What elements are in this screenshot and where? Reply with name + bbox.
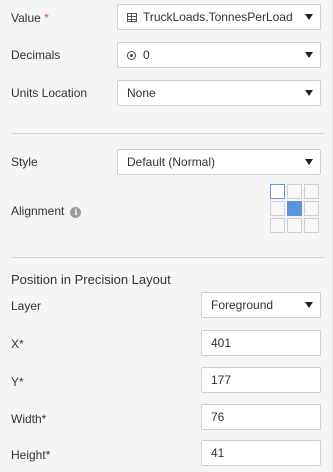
align-bottom-right[interactable] bbox=[304, 218, 319, 233]
decimals-select[interactable]: 0 bbox=[117, 42, 321, 68]
align-top-center[interactable] bbox=[287, 184, 302, 199]
section-title: Position in Precision Layout bbox=[11, 272, 171, 287]
properties-panel: Value * TruckLoads.TonnesPerLoad Decimal… bbox=[0, 0, 333, 472]
decimals-label: Decimals bbox=[11, 48, 61, 62]
align-top-right[interactable] bbox=[304, 184, 319, 199]
x-input[interactable]: 401 bbox=[201, 330, 321, 356]
section-divider bbox=[11, 257, 325, 258]
width-input[interactable]: 76 bbox=[201, 404, 321, 430]
align-top-left[interactable] bbox=[270, 184, 285, 199]
chevron-down-icon bbox=[305, 159, 313, 165]
value-select[interactable]: TruckLoads.TonnesPerLoad bbox=[117, 4, 321, 30]
style-label: Style bbox=[11, 155, 38, 169]
chevron-down-icon bbox=[305, 302, 313, 308]
y-input[interactable]: 177 bbox=[201, 367, 321, 393]
style-select[interactable]: Default (Normal) bbox=[117, 149, 321, 175]
y-label: Y* bbox=[11, 375, 24, 389]
info-icon[interactable]: i bbox=[70, 207, 82, 218]
decimals-selected-text: 0 bbox=[143, 48, 150, 62]
width-label: Width* bbox=[11, 412, 47, 426]
style-selected-text: Default (Normal) bbox=[127, 155, 216, 169]
align-bottom-left[interactable] bbox=[270, 218, 285, 233]
chevron-down-icon bbox=[305, 14, 313, 20]
value-label: Value * bbox=[11, 11, 49, 25]
width-value: 76 bbox=[211, 410, 225, 424]
layer-label: Layer bbox=[11, 299, 42, 313]
layer-selected-text: Foreground bbox=[211, 298, 274, 312]
y-value: 177 bbox=[211, 373, 232, 387]
align-middle-center[interactable] bbox=[287, 201, 302, 216]
align-middle-right[interactable] bbox=[304, 201, 319, 216]
section-divider bbox=[11, 133, 325, 134]
alignment-label: Alignment i bbox=[11, 204, 82, 218]
height-label: Height* bbox=[11, 448, 51, 462]
layer-select[interactable]: Foreground bbox=[201, 292, 321, 318]
align-middle-left[interactable] bbox=[270, 201, 285, 216]
table-icon bbox=[127, 12, 137, 22]
units-location-selected-text: None bbox=[127, 86, 156, 100]
radio-target-icon bbox=[127, 50, 136, 60]
alignment-grid bbox=[270, 184, 319, 233]
x-value: 401 bbox=[211, 336, 232, 350]
units-location-label: Units Location bbox=[11, 86, 88, 100]
chevron-down-icon bbox=[305, 52, 313, 58]
required-mark: * bbox=[44, 11, 49, 25]
chevron-down-icon bbox=[305, 90, 313, 96]
value-label-text: Value bbox=[11, 11, 41, 25]
height-value: 41 bbox=[211, 446, 225, 460]
height-input[interactable]: 41 bbox=[201, 440, 321, 466]
alignment-label-text: Alignment bbox=[11, 204, 65, 218]
x-label: X* bbox=[11, 337, 24, 351]
units-location-select[interactable]: None bbox=[117, 80, 321, 106]
value-selected-text: TruckLoads.TonnesPerLoad bbox=[143, 10, 293, 24]
align-bottom-center[interactable] bbox=[287, 218, 302, 233]
